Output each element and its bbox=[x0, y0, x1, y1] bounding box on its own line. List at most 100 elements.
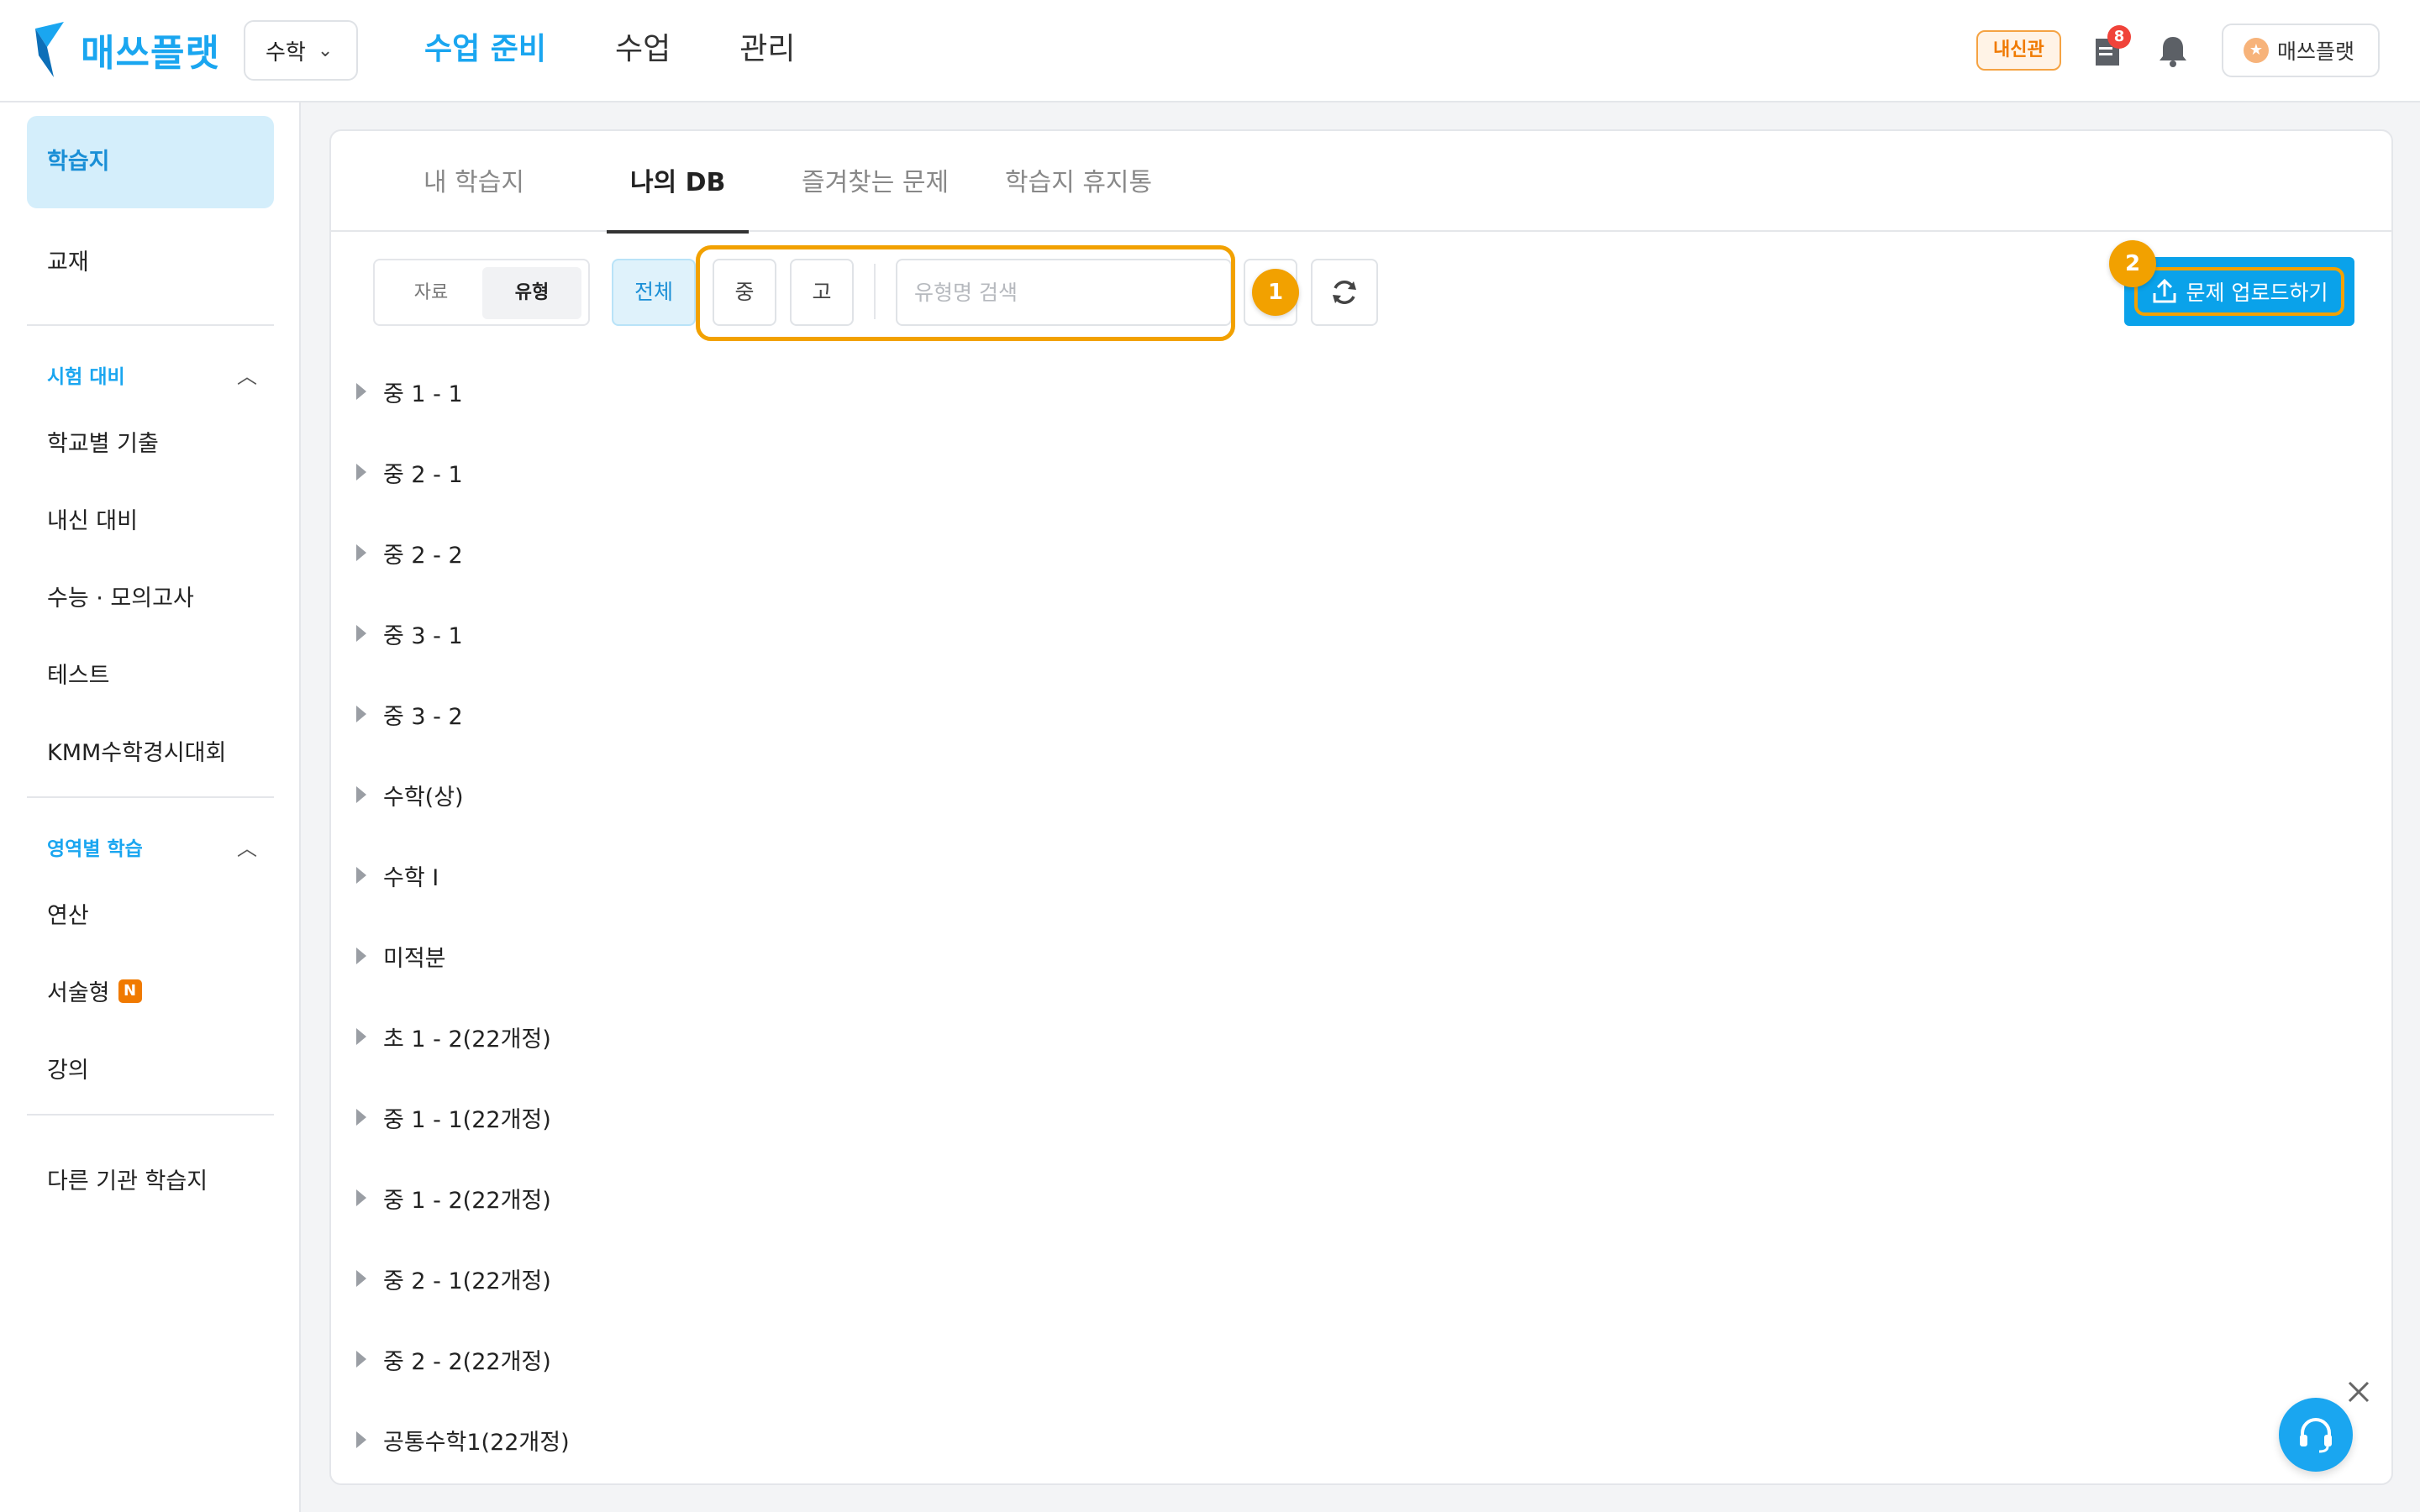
caret-right-icon[interactable] bbox=[356, 867, 366, 884]
tree-item[interactable]: 중 2 - 1 bbox=[356, 447, 463, 497]
sidebar-item-worksheet[interactable]: 학습지 bbox=[27, 116, 274, 208]
chevron-up-icon[interactable]: ︿ bbox=[237, 832, 257, 861]
caret-right-icon[interactable] bbox=[356, 1189, 366, 1206]
chevron-up-icon[interactable]: ︿ bbox=[237, 360, 257, 389]
tab-my-db[interactable]: 나의 DB bbox=[606, 131, 750, 234]
subject-select-value: 수학 bbox=[266, 39, 306, 66]
tab-my-worksheet[interactable]: 내 학습지 bbox=[424, 131, 524, 232]
upload-problem-button[interactable]: 문제 업로드하기 bbox=[2124, 257, 2354, 326]
tree-item[interactable]: 초 1 - 2(22개정) bbox=[356, 1011, 551, 1062]
tab-favorite-problems[interactable]: 즐겨찾는 문제 bbox=[802, 131, 949, 232]
caret-right-icon[interactable] bbox=[356, 383, 366, 400]
caret-right-icon[interactable] bbox=[356, 1028, 366, 1045]
step-marker-2: 2 bbox=[2109, 240, 2156, 287]
logo[interactable]: 매쓰플랫 bbox=[35, 22, 220, 77]
tree-item[interactable]: 중 1 - 2(22개정) bbox=[356, 1173, 551, 1223]
refresh-button[interactable] bbox=[1311, 259, 1378, 326]
tree-item-label: 미적분 bbox=[383, 945, 446, 972]
main-card: 내 학습지 나의 DB 즐겨찾는 문제 학습지 휴지통 자료 유형 전체 중 고… bbox=[329, 129, 2393, 1485]
step-marker-1: 1 bbox=[1252, 269, 1299, 316]
caret-right-icon[interactable] bbox=[356, 1351, 366, 1368]
sidebar-item-descriptive[interactable]: 서술형 N bbox=[47, 974, 142, 1007]
tree-item[interactable]: 중 2 - 2 bbox=[356, 528, 463, 578]
customer-support-button[interactable] bbox=[2279, 1398, 2353, 1472]
filter-all-button[interactable]: 전체 bbox=[612, 259, 696, 326]
subject-select[interactable]: 수학 ⌄ bbox=[244, 20, 358, 81]
tab-bar: 내 학습지 나의 DB 즐겨찾는 문제 학습지 휴지통 bbox=[331, 131, 2391, 234]
caret-right-icon[interactable] bbox=[356, 1431, 366, 1448]
toggle-material[interactable]: 자료 bbox=[381, 267, 481, 319]
tree-item[interactable]: 미적분 bbox=[356, 931, 446, 981]
tree-item[interactable]: 공통수학1(22개정) bbox=[356, 1415, 570, 1465]
bell-icon[interactable] bbox=[2156, 34, 2190, 69]
sidebar-section-exam-title: 시험 대비 bbox=[47, 365, 125, 388]
toolbar-divider bbox=[874, 264, 876, 319]
filter-high-button[interactable]: 고 bbox=[790, 259, 854, 326]
highlight-box-2: 문제 업로드하기 bbox=[2134, 267, 2344, 316]
tab-worksheet-trash[interactable]: 학습지 휴지통 bbox=[1005, 131, 1152, 232]
nav-manage[interactable]: 관리 bbox=[739, 25, 829, 74]
sidebar: 학습지 교재 시험 대비 ︿ 학교별 기출 내신 대비 수능 · 모의고사 테스… bbox=[0, 102, 301, 1512]
sidebar-divider bbox=[27, 324, 274, 326]
star-icon: ★ bbox=[2244, 38, 2269, 63]
caret-right-icon[interactable] bbox=[356, 706, 366, 722]
tree-item[interactable]: 중 3 - 1 bbox=[356, 608, 463, 659]
top-header: 매쓰플랫 수학 ⌄ 수업 준비 수업 관리 내신관 8 ★ 매쓰플랫 bbox=[0, 0, 2420, 102]
sidebar-divider bbox=[27, 1114, 274, 1116]
nav-class[interactable]: 수업 bbox=[615, 25, 704, 74]
tree-item[interactable]: 중 1 - 1 bbox=[356, 366, 463, 417]
sidebar-section-domain[interactable]: 영역별 학습 ︿ bbox=[47, 832, 257, 861]
profile-label: 매쓰플랫 bbox=[2277, 39, 2355, 64]
naesingwan-button[interactable]: 내신관 bbox=[1976, 30, 2061, 71]
tree-item[interactable]: 중 2 - 1(22개정) bbox=[356, 1253, 551, 1304]
tree-item-label: 중 1 - 2(22개정) bbox=[383, 1187, 551, 1214]
upload-problem-label: 문제 업로드하기 bbox=[2186, 281, 2328, 305]
caret-right-icon[interactable] bbox=[356, 544, 366, 561]
tree-item-label: 중 2 - 2(22개정) bbox=[383, 1348, 551, 1375]
tree-item-label: 수학(상) bbox=[383, 784, 464, 811]
tree-item-label: 중 3 - 2 bbox=[383, 703, 463, 730]
tree-item-label: 공통수학1(22개정) bbox=[383, 1429, 570, 1456]
tree-item[interactable]: 수학 I bbox=[356, 850, 439, 900]
tree-item-label: 중 2 - 1 bbox=[383, 461, 463, 488]
sidebar-item-lecture[interactable]: 강의 bbox=[47, 1052, 89, 1084]
refresh-icon bbox=[1333, 281, 1356, 304]
caret-right-icon[interactable] bbox=[356, 1109, 366, 1126]
tree-item-label: 초 1 - 2(22개정) bbox=[383, 1026, 551, 1053]
close-icon[interactable] bbox=[2344, 1378, 2373, 1406]
caret-right-icon[interactable] bbox=[356, 786, 366, 803]
sidebar-section-exam[interactable]: 시험 대비 ︿ bbox=[47, 360, 257, 389]
sidebar-item-other-institution[interactable]: 다른 기관 학습지 bbox=[47, 1163, 208, 1195]
tree-item-label: 수학 I bbox=[383, 864, 439, 891]
notification-count-badge: 8 bbox=[2107, 25, 2131, 49]
nav-class-prep[interactable]: 수업 준비 bbox=[424, 25, 580, 74]
caret-right-icon[interactable] bbox=[356, 948, 366, 964]
tree-item-label: 중 3 - 1 bbox=[383, 622, 463, 649]
profile-button[interactable]: ★ 매쓰플랫 bbox=[2222, 24, 2380, 77]
sidebar-item-calculation[interactable]: 연산 bbox=[47, 897, 89, 930]
sidebar-item-naesin[interactable]: 내신 대비 bbox=[47, 502, 138, 535]
sidebar-item-descriptive-label: 서술형 bbox=[47, 980, 110, 1006]
tree-item[interactable]: 중 2 - 2(22개정) bbox=[356, 1334, 551, 1384]
top-nav: 수업 준비 수업 관리 bbox=[424, 25, 865, 74]
sidebar-item-kmm[interactable]: KMM수학경시대회 bbox=[47, 734, 226, 767]
sidebar-item-textbook[interactable]: 교재 bbox=[27, 217, 274, 309]
caret-right-icon[interactable] bbox=[356, 464, 366, 480]
tree-item-label: 중 2 - 1(22개정) bbox=[383, 1268, 551, 1294]
headset-icon bbox=[2300, 1418, 2332, 1453]
tree-item[interactable]: 중 1 - 1(22개정) bbox=[356, 1092, 551, 1142]
sidebar-item-school-exam[interactable]: 학교별 기출 bbox=[47, 425, 159, 458]
caret-right-icon[interactable] bbox=[356, 625, 366, 642]
tree-item-label: 중 1 - 1(22개정) bbox=[383, 1106, 551, 1133]
sidebar-item-test[interactable]: 테스트 bbox=[47, 657, 110, 690]
sidebar-item-suneung[interactable]: 수능 · 모의고사 bbox=[47, 580, 194, 612]
type-search-input[interactable] bbox=[896, 259, 1232, 326]
toggle-type[interactable]: 유형 bbox=[482, 267, 581, 319]
tree-item-label: 중 1 - 1 bbox=[383, 381, 463, 407]
filter-middle-button[interactable]: 중 bbox=[713, 259, 776, 326]
tree-item[interactable]: 중 3 - 2 bbox=[356, 689, 463, 739]
tree-item-label: 중 2 - 2 bbox=[383, 542, 463, 569]
upload-icon bbox=[2153, 278, 2176, 303]
caret-right-icon[interactable] bbox=[356, 1270, 366, 1287]
tree-item[interactable]: 수학(상) bbox=[356, 769, 464, 820]
